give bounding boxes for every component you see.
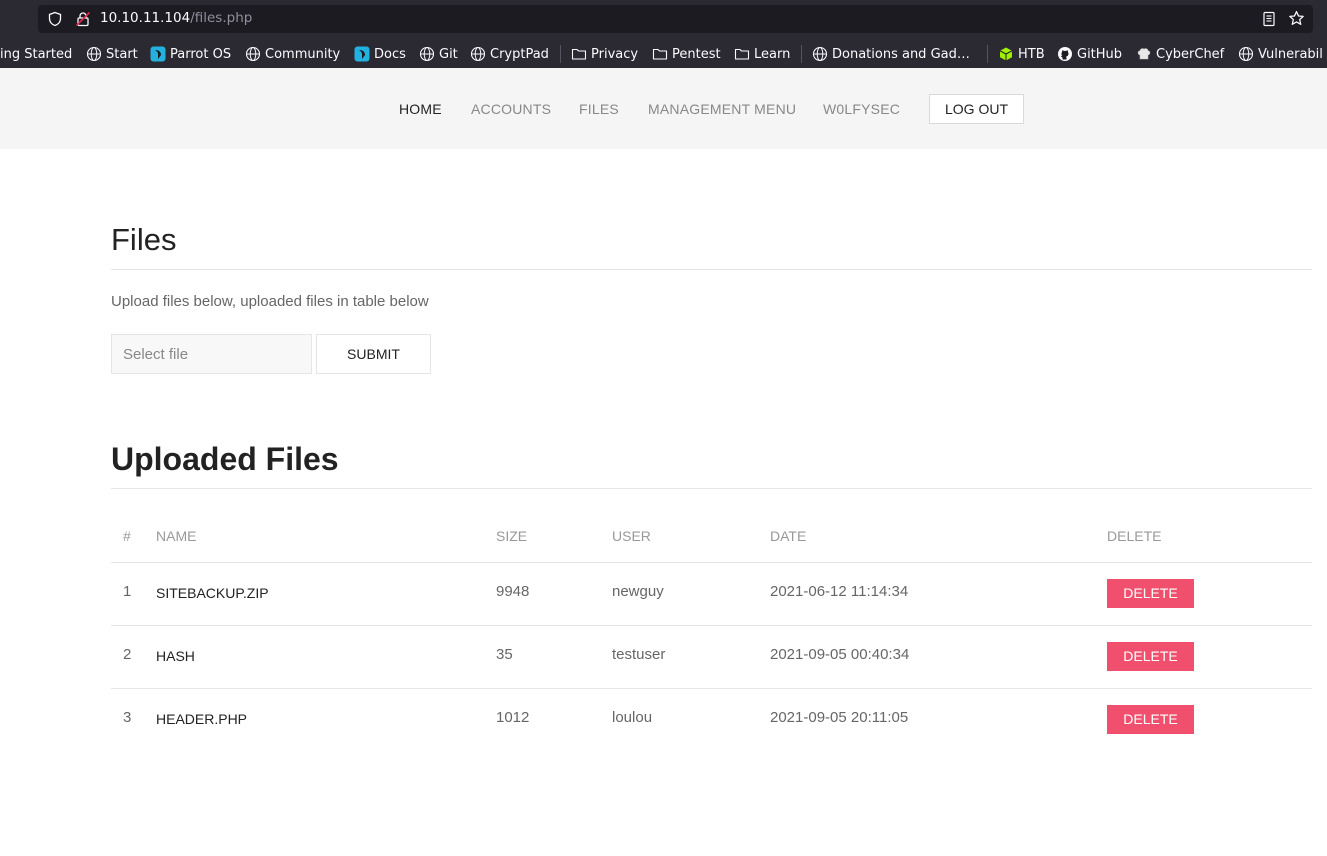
site-navbar: HOME ACCOUNTS FILES MANAGEMENT MENU W0LF…: [0, 68, 1327, 149]
globe-icon: [245, 46, 261, 62]
file-name: HASH: [156, 648, 195, 664]
column-header-name: NAME: [156, 528, 197, 544]
file-size: 9948: [496, 583, 530, 600]
submit-button[interactable]: SUBMIT: [316, 334, 431, 374]
column-header-date: DATE: [770, 528, 807, 544]
delete-button[interactable]: DELETE: [1107, 705, 1194, 734]
bookmark-label: Vulnerabil: [1258, 46, 1323, 62]
bookmark-label: Privacy: [591, 46, 639, 62]
bookmark-folder-pentest[interactable]: Pentest: [652, 45, 721, 63]
url-host: 10.10.11.104: [100, 10, 191, 26]
file-select-input[interactable]: Select file: [111, 334, 312, 374]
parrot-icon: [150, 46, 166, 62]
bookmark-parrot-os[interactable]: Parrot OS: [150, 45, 231, 63]
column-header-number: #: [123, 528, 131, 544]
shield-icon[interactable]: [47, 11, 63, 27]
file-user: loulou: [612, 709, 653, 726]
column-header-size: SIZE: [496, 528, 528, 544]
upload-description: Upload files below, uploaded files in ta…: [111, 293, 429, 310]
bookmark-community[interactable]: Community: [245, 45, 340, 63]
bookmark-github[interactable]: GitHub: [1057, 45, 1122, 63]
row-divider: [111, 688, 1312, 689]
row-divider: [111, 562, 1312, 563]
bookmark-label: Parrot OS: [170, 46, 232, 62]
row-divider: [111, 625, 1312, 626]
bookmark-separator: [987, 45, 988, 63]
bookmarks-toolbar: ing Started Start Parrot OS Community Do…: [0, 38, 1327, 68]
globe-icon: [419, 46, 435, 62]
nav-management-menu[interactable]: MANAGEMENT MENU: [648, 101, 796, 117]
bookmark-htb[interactable]: HTB: [998, 45, 1045, 63]
nav-files[interactable]: FILES: [579, 101, 619, 117]
globe-icon: [470, 46, 486, 62]
bookmark-label: Community: [265, 46, 341, 62]
bookmark-label: Start: [106, 46, 138, 62]
url-text[interactable]: 10.10.11.104/files.php: [100, 10, 252, 26]
parrot-icon: [354, 46, 370, 62]
file-name: HEADER.PHP: [156, 711, 248, 727]
file-user: testuser: [612, 646, 666, 663]
files-heading: Files: [111, 222, 177, 257]
bookmark-folder-learn[interactable]: Learn: [734, 45, 790, 63]
bookmark-label: Donations and Gad…: [832, 46, 970, 62]
file-size: 35: [496, 646, 513, 663]
globe-icon: [812, 46, 828, 62]
github-icon: [1058, 47, 1072, 61]
column-header-user: USER: [612, 528, 651, 544]
divider: [111, 488, 1312, 489]
folder-icon: [652, 48, 668, 60]
bookmark-separator: [560, 45, 561, 63]
delete-button[interactable]: DELETE: [1107, 642, 1194, 671]
nav-home[interactable]: HOME: [399, 101, 442, 117]
row-number: 2: [123, 646, 132, 663]
bookmark-vulnerabilities[interactable]: Vulnerabil: [1238, 45, 1323, 63]
bookmark-label: GitHub: [1077, 46, 1123, 62]
bookmark-getting-started[interactable]: ing Started: [0, 45, 72, 63]
bookmark-label: ing Started: [0, 46, 73, 62]
folder-icon: [734, 48, 750, 60]
file-user: newguy: [612, 583, 664, 600]
logout-button[interactable]: LOG OUT: [929, 94, 1024, 124]
chef-hat-icon: [1137, 48, 1151, 60]
bookmark-label: Docs: [374, 46, 406, 62]
htb-cube-icon: [999, 47, 1013, 61]
bookmark-start[interactable]: Start: [86, 45, 138, 63]
bookmark-label: HTB: [1018, 46, 1045, 62]
bookmark-star-icon[interactable]: [1288, 10, 1305, 27]
browser-toolbar: 10.10.11.104/files.php: [0, 0, 1327, 38]
file-date: 2021-09-05 20:11:05: [770, 709, 909, 726]
globe-icon: [1238, 46, 1254, 62]
nav-accounts[interactable]: ACCOUNTS: [471, 101, 551, 117]
bookmark-cryptpad[interactable]: CryptPad: [470, 45, 549, 63]
divider: [111, 269, 1312, 270]
file-size: 1012: [496, 709, 530, 726]
bookmark-label: CryptPad: [490, 46, 549, 62]
file-name: SITEBACKUP.ZIP: [156, 585, 269, 601]
row-number: 1: [123, 583, 132, 600]
nav-w0lfysec[interactable]: W0LFYSEC: [823, 101, 900, 117]
bookmark-label: Learn: [754, 46, 791, 62]
folder-icon: [571, 48, 587, 60]
bookmark-docs[interactable]: Docs: [354, 45, 406, 63]
bookmark-git[interactable]: Git: [419, 45, 458, 63]
file-date: 2021-09-05 00:40:34: [770, 646, 910, 663]
column-header-delete: DELETE: [1107, 528, 1162, 544]
row-number: 3: [123, 709, 132, 726]
delete-button[interactable]: DELETE: [1107, 579, 1194, 608]
bookmark-donations[interactable]: Donations and Gad…: [812, 45, 970, 63]
bookmark-label: Git: [439, 46, 458, 62]
address-bar[interactable]: 10.10.11.104/files.php: [38, 5, 1313, 33]
globe-icon: [86, 46, 102, 62]
bookmark-label: Pentest: [672, 46, 721, 62]
bookmark-cyberchef[interactable]: CyberChef: [1136, 45, 1224, 63]
url-path: /files.php: [190, 10, 253, 26]
bookmark-label: CyberChef: [1156, 46, 1225, 62]
reader-view-icon[interactable]: [1261, 11, 1277, 27]
uploaded-files-heading: Uploaded Files: [111, 441, 339, 477]
insecure-lock-icon[interactable]: [75, 11, 91, 27]
bookmark-separator: [801, 45, 802, 63]
bookmark-folder-privacy[interactable]: Privacy: [571, 45, 638, 63]
file-date: 2021-06-12 11:14:34: [770, 583, 909, 600]
